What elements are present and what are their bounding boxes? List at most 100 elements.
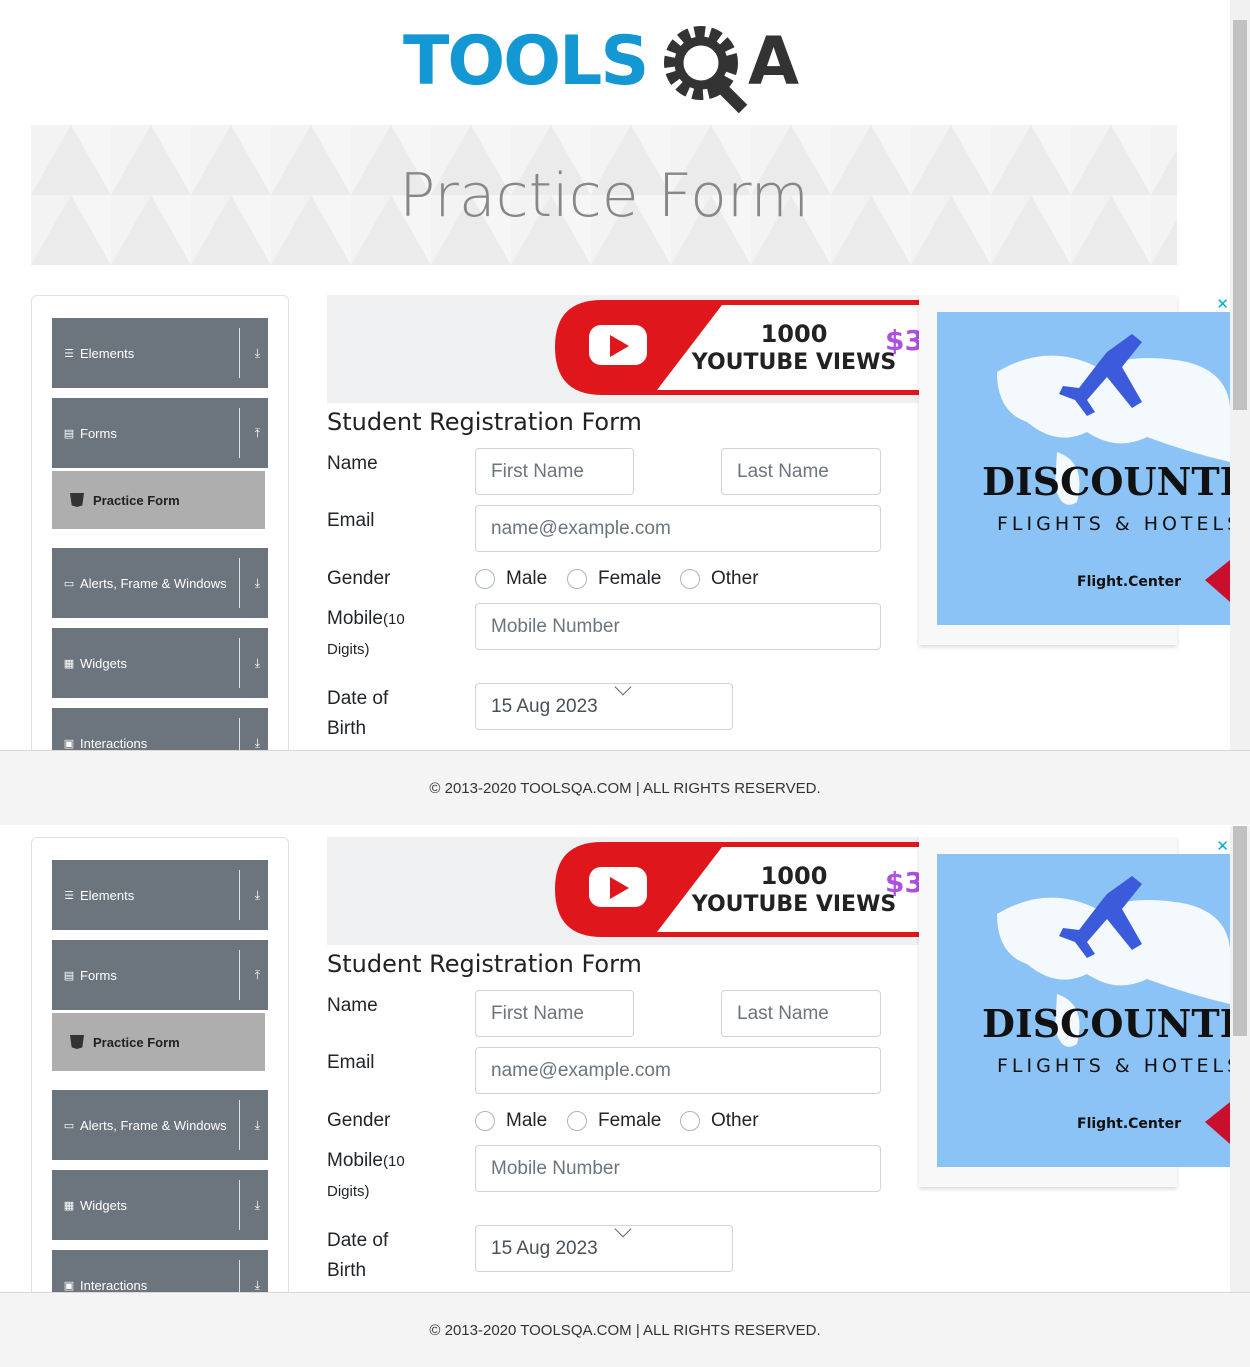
radio-label: Female	[598, 1110, 662, 1131]
interactions-icon: ▣	[63, 737, 75, 750]
mobile-hint: (10	[382, 1153, 405, 1170]
youtube-views-ad[interactable]: 1000 YOUTUBE VIEWS $3	[327, 295, 919, 403]
sidebar: ☰ Elements ⤓ ▤ Forms ⤒ Practice Form ▭ Aler…	[31, 837, 289, 1292]
sidebar-group-elements[interactable]: ☰ Elements ⤓	[52, 860, 268, 930]
divider	[239, 1180, 240, 1230]
ad-badge: $3	[885, 324, 919, 357]
download-arrow-icon: ⤓	[254, 1117, 260, 1132]
download-arrow-icon: ⤓	[254, 1277, 260, 1292]
gender-label: Gender	[327, 568, 391, 589]
gear-icon	[664, 26, 748, 114]
ad-subline: FLIGHTS & HOTELS	[997, 513, 1230, 535]
ad-brand: Flight.Center	[1077, 1116, 1181, 1132]
ad-close-icon[interactable]: ✕	[1216, 837, 1229, 855]
form-title: Student Registration Form	[327, 408, 642, 436]
widgets-icon: ▦	[63, 1199, 75, 1212]
mobile-label: Mobile(10	[327, 1146, 405, 1177]
sidebar-group-forms[interactable]: ▤ Forms ⤒	[52, 398, 268, 468]
sidebar-item-practice-form[interactable]: Practice Form	[52, 471, 265, 529]
gender-radio-other[interactable]: Other	[680, 568, 759, 590]
world-map-graphic: DISCOUNTE FLIGHTS & HOTELS Flight.Center	[982, 876, 1230, 1144]
first-name-input[interactable]: First Name	[475, 990, 634, 1037]
sidebar-item-label: Practice Form	[93, 492, 180, 508]
flight-center-ad[interactable]: DISCOUNTE FLIGHTS & HOTELS Flight.Center…	[919, 295, 1230, 645]
radio-circle[interactable]	[475, 1111, 495, 1131]
ad-graphic: 1000 YOUTUBE VIEWS $3	[555, 300, 919, 395]
sidebar-group-widgets[interactable]: ▦ Widgets ⤓	[52, 628, 268, 698]
upload-arrow-icon: ⤒	[254, 425, 260, 440]
form-title: Student Registration Form	[327, 950, 642, 978]
last-name-input[interactable]: Last Name	[721, 990, 881, 1037]
divider	[239, 408, 240, 458]
radio-label: Other	[711, 1110, 759, 1131]
scrollbar-track-bottom[interactable]	[1230, 826, 1250, 1292]
html5-shield-icon	[70, 1035, 84, 1049]
radio-circle[interactable]	[680, 569, 700, 589]
last-name-input[interactable]: Last Name	[721, 448, 881, 495]
sidebar-group-label: Forms	[80, 425, 117, 441]
scrollbar-thumb[interactable]	[1233, 20, 1247, 410]
page-banner: Practice Form	[31, 125, 1177, 265]
ad-line2: YOUTUBE VIEWS	[691, 350, 896, 375]
mobile-input[interactable]: Mobile Number	[475, 1145, 881, 1192]
name-label: Name	[327, 995, 378, 1016]
gender-radio-male[interactable]: Male	[475, 568, 547, 590]
gender-radio-female[interactable]: Female	[567, 568, 661, 590]
toolsqa-logo[interactable]: TOOLS A	[403, 18, 813, 114]
radio-circle[interactable]	[680, 1111, 700, 1131]
download-arrow-icon: ⤓	[254, 1197, 260, 1212]
ad-image: DISCOUNTE FLIGHTS & HOTELS Flight.Center	[937, 854, 1230, 1167]
sidebar-group-forms[interactable]: ▤ Forms ⤒	[52, 940, 268, 1010]
flight-center-ad[interactable]: DISCOUNTE FLIGHTS & HOTELS Flight.Center…	[919, 837, 1230, 1187]
divider	[239, 1260, 240, 1292]
sidebar-group-widgets[interactable]: ▦ Widgets ⤓	[52, 1170, 268, 1240]
ad-graphic: 1000 YOUTUBE VIEWS $3	[555, 842, 919, 937]
email-label: Email	[327, 510, 375, 531]
sidebar-group-elements[interactable]: ☰ Elements ⤓	[52, 318, 268, 388]
radio-circle[interactable]	[567, 569, 587, 589]
date-of-birth-input[interactable]: 15 Aug 2023	[475, 683, 733, 730]
hamburger-icon: ☰	[64, 889, 74, 902]
hamburger-icon: ☰	[64, 347, 74, 360]
sidebar-group-label: Alerts, Frame & Windows	[80, 575, 227, 591]
sidebar-group-alerts[interactable]: ▭ Alerts, Frame & Windows ⤓	[52, 548, 268, 618]
name-label: Name	[327, 453, 378, 474]
gender-radio-female[interactable]: Female	[567, 1110, 661, 1132]
download-arrow-icon: ⤓	[254, 575, 260, 590]
dob-label: Date of	[327, 1230, 389, 1251]
window-icon: ▭	[63, 577, 75, 590]
upload-arrow-icon: ⤒	[254, 967, 260, 982]
sidebar-group-label: Elements	[80, 887, 135, 903]
gender-radio-male[interactable]: Male	[475, 1110, 547, 1132]
email-label: Email	[327, 1052, 375, 1073]
divider	[239, 558, 240, 608]
ad-subline: FLIGHTS & HOTELS	[997, 1055, 1230, 1077]
dob-label-line2: Birth	[327, 718, 367, 739]
date-of-birth-input[interactable]: 15 Aug 2023	[475, 1225, 733, 1272]
ad-badge: $3	[885, 866, 919, 899]
mobile-input[interactable]: Mobile Number	[475, 603, 881, 650]
divider	[239, 638, 240, 688]
download-arrow-icon: ⤓	[254, 735, 260, 750]
sidebar-group-label: Forms	[80, 967, 117, 983]
radio-circle[interactable]	[475, 569, 495, 589]
sidebar-item-practice-form[interactable]: Practice Form	[52, 1013, 265, 1071]
scrollbar-thumb-lower[interactable]	[1233, 826, 1247, 1036]
email-input[interactable]: name@example.com	[475, 1047, 881, 1094]
gender-radio-other[interactable]: Other	[680, 1110, 759, 1132]
sidebar-group-alerts[interactable]: ▭ Alerts, Frame & Windows ⤓	[52, 1090, 268, 1160]
sidebar-item-label: Practice Form	[93, 1034, 180, 1050]
page-title: Practice Form	[399, 161, 809, 231]
sidebar-group-interactions[interactable]: ▣ Interactions ⤓	[52, 1250, 268, 1292]
radio-label: Other	[711, 568, 759, 589]
radio-circle[interactable]	[567, 1111, 587, 1131]
ad-close-icon[interactable]: ✕	[1216, 295, 1229, 313]
mobile-label-text: Mobile	[327, 608, 383, 629]
sidebar-group-interactions[interactable]: ▣ Interactions ⤓	[52, 708, 268, 750]
footer: © 2013-2020 TOOLSQA.COM | ALL RIGHTS RES…	[0, 750, 1250, 825]
email-input[interactable]: name@example.com	[475, 505, 881, 552]
main-section: ☰ Elements ⤓ ▤ Forms ⤒ Practice Form ▭ Aler…	[0, 295, 1230, 750]
scrollbar-track-top[interactable]	[1230, 0, 1250, 750]
youtube-views-ad[interactable]: 1000 YOUTUBE VIEWS $3	[327, 837, 919, 945]
first-name-input[interactable]: First Name	[475, 448, 634, 495]
